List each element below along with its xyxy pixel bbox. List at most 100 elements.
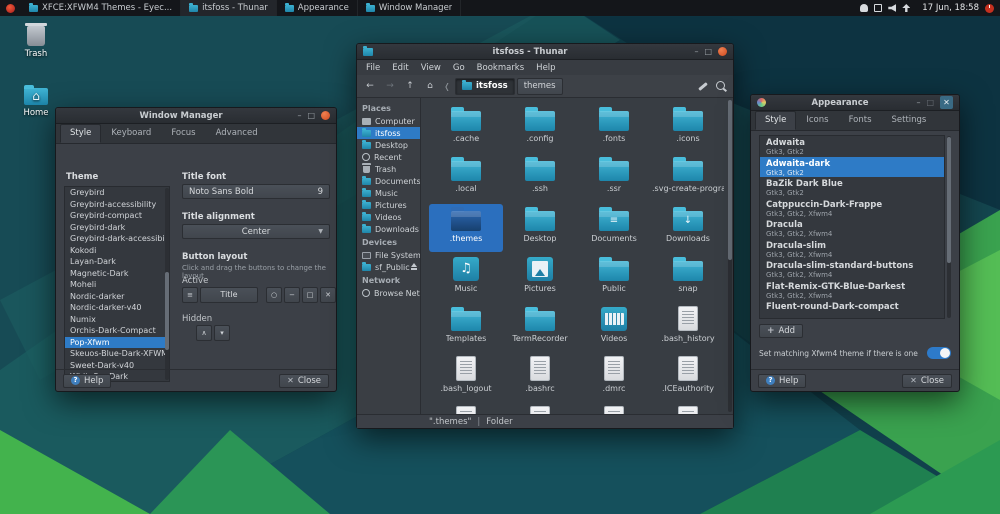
back-button[interactable]: ← — [361, 78, 379, 95]
help-button[interactable]: ? Help — [63, 374, 111, 388]
wm-tab[interactable]: Advanced — [206, 124, 268, 143]
volume-icon[interactable] — [888, 4, 896, 12]
file-item[interactable]: .cache — [429, 104, 503, 152]
file-item[interactable]: .bashrc — [503, 354, 577, 402]
breadcrumb-next[interactable]: themes — [517, 78, 563, 95]
sidebar-item[interactable]: Music — [357, 187, 420, 199]
taskbar-button[interactable]: XFCE:XFWM4 Themes - Eyec... — [21, 0, 181, 16]
wm-theme-item[interactable]: Greybird — [65, 187, 169, 199]
wm-theme-item[interactable]: Greybird-compact — [65, 210, 169, 222]
style-list-scroll-thumb[interactable] — [947, 137, 951, 263]
partial-file-item[interactable] — [503, 404, 577, 414]
style-theme-item[interactable]: Dracula-slim-standard-buttons Gtk3, Gtk2… — [760, 259, 944, 280]
display-icon[interactable] — [874, 4, 882, 12]
file-item[interactable]: .dmrc — [577, 354, 651, 402]
wm-titlebar[interactable]: Window Manager – □ — [56, 108, 336, 124]
wm-theme-item[interactable]: Nordic-darker-v40 — [65, 302, 169, 314]
file-item[interactable]: .ssh — [503, 154, 577, 202]
file-view-scroll-thumb[interactable] — [728, 100, 732, 260]
style-theme-item[interactable]: Flat-Remix-GTK-Blue-Darkest Gtk3, Gtk2, … — [760, 280, 944, 301]
file-item[interactable]: Music — [429, 254, 503, 302]
hide-button[interactable]: − — [284, 287, 300, 303]
sidebar-item[interactable]: sf_Public — [357, 261, 420, 273]
wm-theme-item[interactable]: Kokodi — [65, 245, 169, 257]
wm-theme-item[interactable]: Skeuos-Blue-Dark-XFWM — [65, 348, 169, 360]
add-theme-button[interactable]: + Add — [759, 324, 803, 338]
file-item[interactable]: .svg-create-program — [651, 154, 725, 202]
wm-theme-list[interactable]: Greybird Greybird-accessibility Greybird… — [64, 186, 170, 382]
wm-theme-item[interactable]: Moheli — [65, 279, 169, 291]
edit-path-icon[interactable] — [695, 78, 711, 95]
sidebar-item[interactable]: File System — [357, 249, 420, 261]
sidebar-item[interactable]: Videos — [357, 211, 420, 223]
file-item[interactable]: .ICEauthority — [651, 354, 725, 402]
help-button[interactable]: ? Help — [758, 374, 806, 388]
maximize-icon[interactable]: □ — [926, 99, 934, 107]
home-button[interactable]: ⌂ — [421, 78, 439, 95]
file-view[interactable]: .cache .config .fonts — [421, 98, 733, 414]
file-item[interactable]: Desktop — [503, 204, 577, 252]
style-list-scrollbar[interactable] — [947, 136, 951, 318]
title-font-button[interactable]: Noto Sans Bold 9 — [182, 184, 330, 199]
style-theme-list[interactable]: Adwaita Gtk3, Gtk2 Adwaita-dark Gtk3, Gt… — [759, 135, 945, 319]
close-button[interactable]: ✕ — [320, 287, 336, 303]
close-icon[interactable] — [321, 111, 330, 120]
file-item[interactable]: .fonts — [577, 104, 651, 152]
file-item[interactable]: .bash_logout — [429, 354, 503, 402]
style-theme-item[interactable]: BaZik Dark Blue Gtk3, Gtk2 — [760, 177, 944, 198]
shade-button[interactable]: ∧ — [196, 325, 212, 341]
sidebar-item[interactable]: Pictures — [357, 199, 420, 211]
appearance-tab[interactable]: Fonts — [839, 111, 882, 130]
file-item[interactable]: .local — [429, 154, 503, 202]
xfwm-match-toggle[interactable] — [927, 347, 951, 359]
power-icon[interactable] — [985, 4, 994, 13]
fill-button[interactable]: ▾ — [214, 325, 230, 341]
close-icon[interactable]: ✕ — [940, 96, 953, 109]
file-view-scrollbar[interactable] — [728, 100, 732, 412]
style-theme-item[interactable]: Dracula Gtk3, Gtk2, Xfwm4 — [760, 218, 944, 239]
maximize-icon[interactable]: □ — [307, 112, 315, 120]
file-item[interactable]: .ssr — [577, 154, 651, 202]
applications-menu-icon[interactable] — [6, 4, 15, 13]
style-theme-item[interactable]: Adwaita Gtk3, Gtk2 — [760, 136, 944, 157]
wm-theme-item[interactable]: Orchis-Dark-Compact — [65, 325, 169, 337]
eject-icon[interactable] — [410, 263, 417, 270]
maximize-button[interactable]: □ — [302, 287, 318, 303]
wm-theme-item[interactable]: Pop-Xfwm — [65, 337, 169, 349]
wm-theme-item[interactable]: Greybird-accessibility — [65, 199, 169, 211]
wm-list-scroll-thumb[interactable] — [165, 272, 169, 350]
user-icon[interactable] — [860, 4, 868, 12]
taskbar-button[interactable]: Window Manager — [358, 0, 461, 16]
sidebar-item[interactable]: Recent — [357, 151, 420, 163]
appearance-tab[interactable]: Settings — [882, 111, 937, 130]
pathbar-scroll-left-icon[interactable]: ❬ — [441, 78, 453, 95]
sidebar-item[interactable]: Documents — [357, 175, 420, 187]
menubar-item[interactable]: Go — [448, 63, 470, 73]
style-theme-item[interactable]: Dracula-slim Gtk3, Gtk2, Xfwm4 — [760, 239, 944, 260]
menubar-item[interactable]: File — [361, 63, 385, 73]
style-theme-item[interactable]: Fluent-round-Dark-compact — [760, 300, 944, 319]
forward-button[interactable]: → — [381, 78, 399, 95]
file-item[interactable]: .themes — [429, 204, 503, 252]
file-item[interactable]: Pictures — [503, 254, 577, 302]
title-button[interactable]: Title — [200, 287, 258, 303]
stick-button[interactable]: ○ — [266, 287, 282, 303]
appearance-titlebar[interactable]: Appearance – □ ✕ — [751, 95, 959, 111]
appearance-tab[interactable]: Style — [755, 111, 796, 130]
title-alignment-combo[interactable]: Center ▼ — [182, 224, 330, 239]
minimize-icon[interactable]: – — [916, 99, 920, 107]
partial-file-item[interactable] — [429, 404, 503, 414]
maximize-icon[interactable]: □ — [704, 48, 712, 56]
appearance-tab[interactable]: Icons — [796, 111, 838, 130]
partial-file-item[interactable] — [651, 404, 725, 414]
sidebar-item[interactable]: Computer — [357, 115, 420, 127]
partial-file-item[interactable] — [577, 404, 651, 414]
menubar-item[interactable]: Help — [531, 63, 560, 73]
breadcrumb-current[interactable]: itsfoss — [455, 78, 515, 95]
wm-theme-item[interactable]: Greybird-dark-accessibility — [65, 233, 169, 245]
thunar-titlebar[interactable]: itsfoss - Thunar – □ — [357, 44, 733, 60]
sidebar-item[interactable]: itsfoss — [357, 127, 420, 139]
wm-theme-item[interactable]: Layan-Dark — [65, 256, 169, 268]
menubar-item[interactable]: Bookmarks — [472, 63, 530, 73]
network-icon[interactable] — [902, 4, 910, 12]
